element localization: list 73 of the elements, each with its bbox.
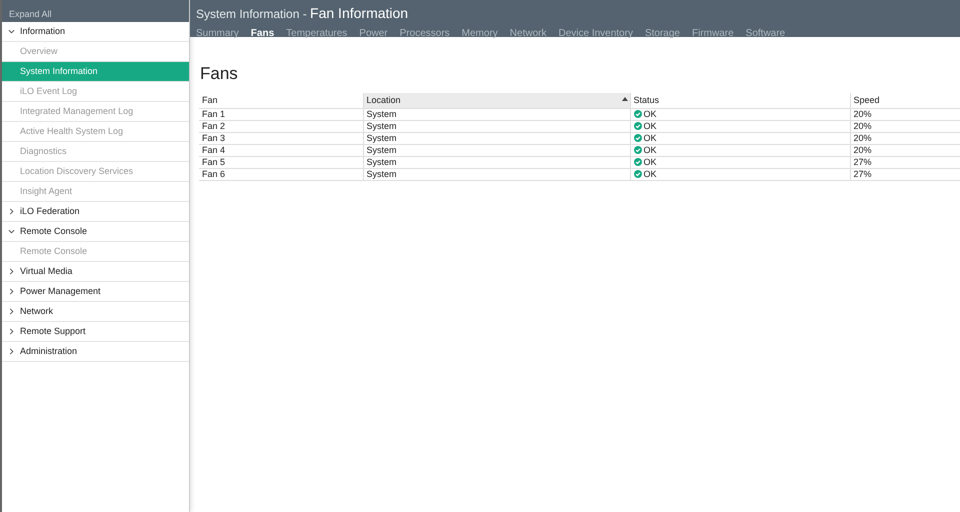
table-cell: System: [363, 132, 630, 144]
sidebar-group[interactable]: Virtual Media: [2, 262, 189, 282]
chevron-right-icon: [8, 288, 15, 295]
table-cell: 20%: [850, 144, 960, 156]
tab[interactable]: Temperatures: [286, 26, 348, 41]
sidebar-item[interactable]: Overview: [2, 42, 189, 62]
chevron-right-icon: [8, 268, 15, 275]
table-cell: System: [363, 168, 630, 180]
sidebar-item[interactable]: Remote Console: [2, 242, 189, 262]
sidebar-group[interactable]: iLO Federation: [2, 202, 189, 222]
tab[interactable]: Memory: [462, 26, 498, 41]
status-text: OK: [644, 133, 657, 143]
table-cell: Fan 3: [199, 132, 363, 144]
chevron-right-icon: [8, 348, 15, 355]
chevron-right-icon: [8, 208, 15, 215]
tab[interactable]: Network: [510, 26, 546, 41]
chevron-down-icon: [8, 28, 15, 35]
table-cell: Fan 5: [199, 156, 363, 168]
ok-check-icon: [634, 170, 642, 178]
sidebar-item[interactable]: Diagnostics: [2, 142, 189, 162]
tab[interactable]: Firmware: [692, 26, 734, 41]
status-text: OK: [644, 145, 657, 155]
ok-check-icon: [634, 146, 642, 154]
sidebar-item[interactable]: iLO Event Log: [2, 82, 189, 102]
ok-check-icon: [634, 122, 642, 130]
table-cell: 20%: [850, 132, 960, 144]
table-cell: Fan 1: [199, 108, 363, 120]
table-cell: Fan 4: [199, 144, 363, 156]
tab[interactable]: Summary: [196, 26, 239, 41]
tab[interactable]: Storage: [644, 26, 680, 41]
sidebar-item[interactable]: System Information: [2, 62, 189, 82]
status-text: OK: [644, 157, 657, 167]
tab[interactable]: Device Inventory: [558, 26, 633, 41]
column-header[interactable]: Fan: [199, 92, 363, 108]
table-cell: Fan 6: [199, 168, 363, 180]
table-cell: 20%: [850, 108, 960, 120]
ok-check-icon: [634, 110, 642, 118]
ok-check-icon: [634, 134, 642, 142]
table-cell: 20%: [850, 120, 960, 132]
chevron-down-icon: [8, 228, 15, 235]
table-cell: System: [363, 144, 630, 156]
status-text: OK: [644, 109, 657, 119]
tab[interactable]: Fans: [250, 26, 274, 41]
status-text: OK: [644, 121, 657, 131]
tab[interactable]: Processors: [400, 26, 450, 41]
table-cell: System: [363, 156, 630, 168]
page-header-title: Fan Information: [310, 5, 408, 21]
column-header[interactable]: Location: [363, 92, 630, 108]
tab[interactable]: Power: [359, 26, 388, 41]
table-cell: 27%: [850, 156, 960, 168]
table-cell: System: [363, 120, 630, 132]
sidebar-item[interactable]: Insight Agent: [2, 182, 189, 202]
tab[interactable]: Software: [746, 26, 786, 41]
sidebar-item[interactable]: Location Discovery Services: [2, 162, 189, 182]
table-cell: 27%: [850, 168, 960, 180]
sidebar-group[interactable]: Power Management: [2, 282, 189, 302]
sidebar-group[interactable]: Administration: [2, 342, 189, 362]
sort-up-icon: [622, 96, 628, 100]
page-title: Fans: [200, 63, 239, 85]
column-header[interactable]: Status: [630, 92, 850, 108]
sidebar-group[interactable]: Network: [2, 302, 189, 322]
column-header[interactable]: Speed: [850, 92, 960, 108]
chevron-right-icon: [8, 328, 15, 335]
ok-check-icon: [634, 158, 642, 166]
sidebar-item[interactable]: Integrated Management Log: [2, 102, 189, 122]
sidebar-group[interactable]: Remote Support: [2, 322, 189, 342]
expand-all-button[interactable]: Expand All: [2, 0, 189, 22]
table-cell: System: [363, 108, 630, 120]
table-cell: Fan 2: [199, 120, 363, 132]
status-text: OK: [644, 169, 657, 179]
breadcrumb-section: System Information -: [196, 7, 310, 21]
sidebar-item[interactable]: Active Health System Log: [2, 122, 189, 142]
chevron-right-icon: [8, 308, 15, 315]
